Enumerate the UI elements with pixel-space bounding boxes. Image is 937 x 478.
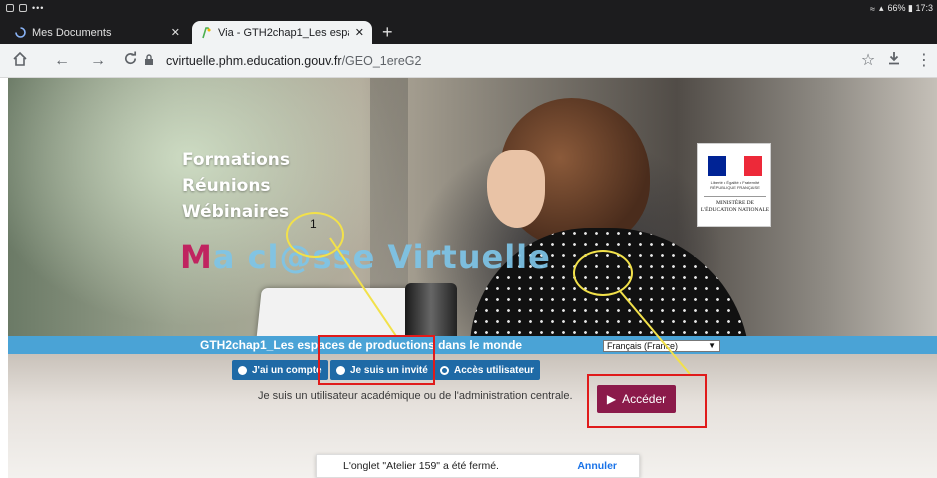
back-icon[interactable]: ←: [52, 51, 72, 71]
annotation-box-guest: [318, 335, 435, 385]
new-tab-button[interactable]: +: [382, 22, 393, 42]
url-host: cvirtuelle.phm.education.gouv.fr: [166, 54, 342, 68]
wifi-icon: ≈: [870, 3, 875, 14]
url-path: /GEO_1ereG2: [341, 54, 422, 68]
tab-closed-toast: L'onglet "Atelier 159" a été fermé. Annu…: [316, 454, 640, 478]
annotation-arrows: [329, 237, 691, 375]
annotation-number-2: 2: [596, 260, 603, 274]
via-icon: [200, 26, 212, 39]
undo-button[interactable]: Annuler: [577, 460, 617, 472]
bookmark-star-icon[interactable]: ☆: [858, 51, 878, 71]
reload-icon[interactable]: [120, 51, 140, 71]
tab-title: Mes Documents: [32, 26, 112, 39]
download-icon[interactable]: [884, 51, 904, 71]
home-icon[interactable]: [10, 51, 30, 71]
annotation-number-1: 1: [310, 217, 317, 231]
menu-icon[interactable]: ⋮: [916, 51, 932, 71]
status-notifications: •••: [32, 3, 45, 13]
battery-time: 66% ▮ 17:3: [887, 3, 933, 13]
status-bar: ••• ≈ ▴ 66% ▮ 17:3: [0, 0, 937, 16]
tab-close-icon[interactable]: ✕: [171, 26, 180, 39]
browser-toolbar: ← → cvirtuelle.phm.education.gouv.fr/GEO…: [0, 44, 937, 78]
page-content: Formations Réunions Wébinaires Ma cl@sse…: [0, 78, 937, 478]
image-icon: [19, 4, 27, 12]
lock-icon: [144, 53, 156, 69]
forward-icon[interactable]: →: [88, 51, 108, 71]
tab-mes-documents[interactable]: Mes Documents ✕: [6, 21, 188, 44]
tab-title: Via - GTH2chap1_Les espac: [218, 26, 349, 39]
tab-close-icon[interactable]: ✕: [355, 26, 364, 39]
tab-via[interactable]: Via - GTH2chap1_Les espac ✕: [192, 21, 372, 44]
annotation-box-access: [587, 374, 707, 428]
annotation-circle-2: [573, 250, 633, 296]
signal-icon: ▴: [878, 3, 884, 13]
toast-message: L'onglet "Atelier 159" a été fermé.: [343, 460, 499, 472]
loading-icon: [14, 27, 26, 39]
tab-strip: Mes Documents ✕ Via - GTH2chap1_Les espa…: [0, 16, 937, 44]
address-bar[interactable]: cvirtuelle.phm.education.gouv.fr/GEO_1er…: [144, 50, 864, 72]
whatsapp-icon: [6, 4, 14, 12]
